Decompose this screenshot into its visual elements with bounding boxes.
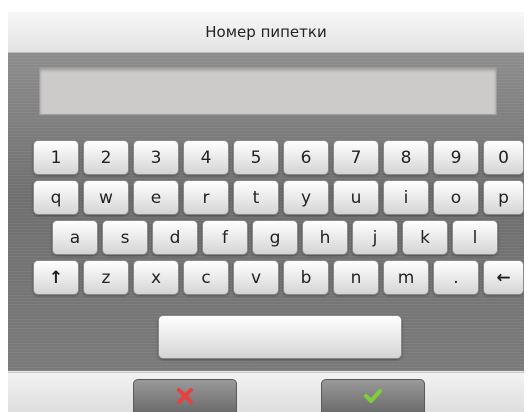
key-k[interactable]: k xyxy=(402,220,448,255)
key-9[interactable]: 9 xyxy=(433,140,479,175)
key-b[interactable]: b xyxy=(283,260,329,295)
key-y[interactable]: y xyxy=(283,180,329,215)
key-t[interactable]: t xyxy=(233,180,279,215)
pipette-number-dialog: Номер пипетки 1 2 3 4 5 6 7 8 9 0 q w e … xyxy=(8,12,524,412)
key-2[interactable]: 2 xyxy=(83,140,129,175)
key-period[interactable]: . xyxy=(433,260,479,295)
red-x-icon xyxy=(177,388,193,404)
key-f[interactable]: f xyxy=(202,220,248,255)
key-l[interactable]: l xyxy=(452,220,498,255)
key-5[interactable]: 5 xyxy=(233,140,279,175)
key-p[interactable]: p xyxy=(483,180,524,215)
key-0[interactable]: 0 xyxy=(483,140,524,175)
space-key[interactable] xyxy=(158,315,402,359)
backspace-key[interactable]: ← xyxy=(483,260,524,295)
shift-key[interactable]: ↑ xyxy=(33,260,79,295)
key-3[interactable]: 3 xyxy=(133,140,179,175)
key-x[interactable]: x xyxy=(133,260,179,295)
key-4[interactable]: 4 xyxy=(183,140,229,175)
key-8[interactable]: 8 xyxy=(383,140,429,175)
key-q[interactable]: q xyxy=(33,180,79,215)
key-w[interactable]: w xyxy=(83,180,129,215)
cancel-button[interactable] xyxy=(133,379,237,412)
key-e[interactable]: e xyxy=(133,180,179,215)
key-r[interactable]: r xyxy=(183,180,229,215)
dialog-title: Номер пипетки xyxy=(205,23,327,41)
keyboard-panel: 1 2 3 4 5 6 7 8 9 0 q w e r t y u i o p … xyxy=(8,53,524,371)
key-c[interactable]: c xyxy=(183,260,229,295)
key-h[interactable]: h xyxy=(302,220,348,255)
key-i[interactable]: i xyxy=(383,180,429,215)
dialog-title-bar: Номер пипетки xyxy=(8,12,524,53)
key-d[interactable]: d xyxy=(152,220,198,255)
key-m[interactable]: m xyxy=(383,260,429,295)
key-u[interactable]: u xyxy=(333,180,379,215)
key-z[interactable]: z xyxy=(83,260,129,295)
pipette-number-input[interactable] xyxy=(39,67,497,115)
key-g[interactable]: g xyxy=(252,220,298,255)
key-v[interactable]: v xyxy=(233,260,279,295)
key-a[interactable]: a xyxy=(52,220,98,255)
key-j[interactable]: j xyxy=(352,220,398,255)
key-7[interactable]: 7 xyxy=(333,140,379,175)
key-n[interactable]: n xyxy=(333,260,379,295)
green-check-icon xyxy=(364,389,382,403)
confirm-button[interactable] xyxy=(321,379,425,412)
key-1[interactable]: 1 xyxy=(33,140,79,175)
action-bar xyxy=(8,372,524,412)
key-s[interactable]: s xyxy=(102,220,148,255)
key-6[interactable]: 6 xyxy=(283,140,329,175)
key-o[interactable]: o xyxy=(433,180,479,215)
